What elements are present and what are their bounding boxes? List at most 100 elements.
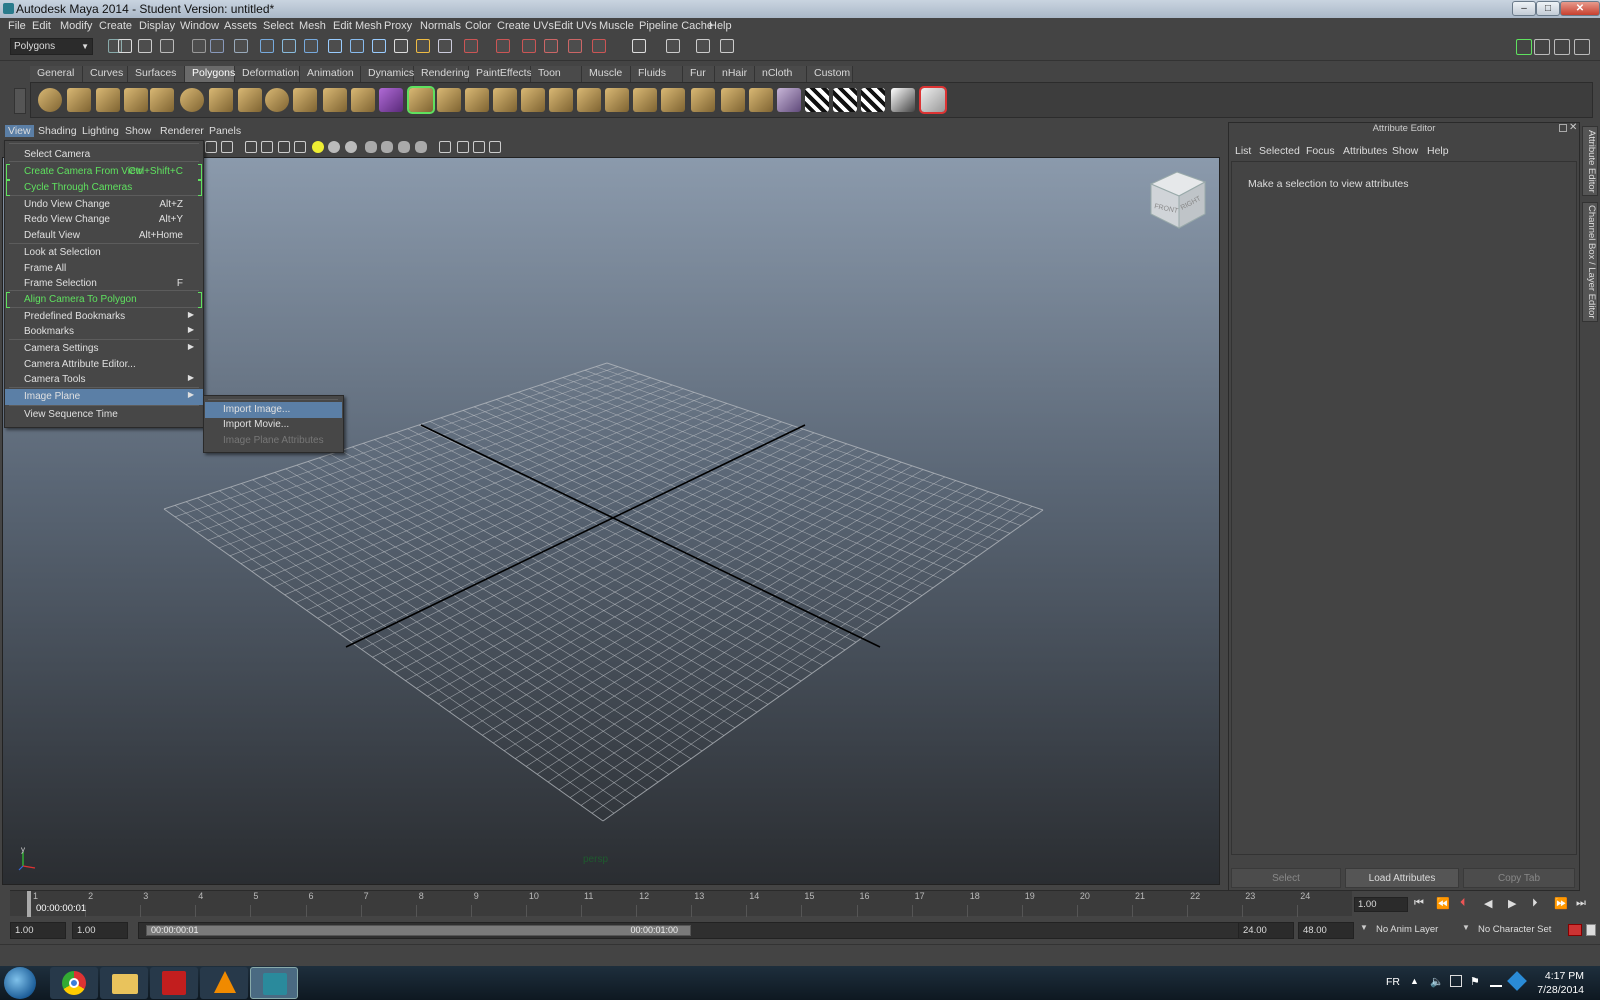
preferences-icon[interactable]	[1586, 924, 1596, 936]
viewport-tool-icon[interactable]	[415, 141, 427, 153]
play-backwards-icon[interactable]: ◀	[1484, 897, 1492, 910]
go-to-start-icon[interactable]: ⏮	[1414, 897, 1424, 910]
transfer-icon[interactable]	[919, 86, 947, 114]
shelf-menu-icon[interactable]	[14, 88, 26, 114]
viewport-tool-icon[interactable]	[381, 141, 393, 153]
status-tool-icon[interactable]	[568, 39, 582, 53]
view-menu-item-select-camera[interactable]: Select Camera	[5, 147, 203, 163]
smooth-icon[interactable]	[407, 86, 435, 114]
close-panel-icon[interactable]: ✕	[1569, 122, 1577, 133]
status-tool-icon[interactable]	[632, 39, 646, 53]
load-attributes-button[interactable]: Load Attributes	[1345, 868, 1459, 888]
volume-icon[interactable]: 🔈	[1430, 975, 1444, 988]
menu-select[interactable]: Select	[263, 20, 294, 32]
viewport-tool-icon[interactable]	[245, 141, 257, 153]
action-center-flag-icon[interactable]: ⚑	[1470, 975, 1480, 988]
panel-toggle-icon[interactable]	[1554, 39, 1570, 55]
view-menu-item-undo-view-change[interactable]: Undo View Change Alt+Z	[5, 197, 203, 213]
wedge-icon[interactable]	[661, 88, 685, 112]
view-menu-item-bookmarks[interactable]: Bookmarks ▶	[5, 324, 203, 340]
bridge-icon[interactable]	[465, 88, 489, 112]
status-tool-icon[interactable]	[696, 39, 710, 53]
view-menu-item-frame-all[interactable]: Frame All	[5, 261, 203, 277]
attribute-editor-menu-list[interactable]: List	[1235, 145, 1251, 157]
status-tool-icon[interactable]	[350, 39, 364, 53]
language-indicator[interactable]: FR	[1386, 976, 1400, 988]
bevel-icon[interactable]	[605, 88, 629, 112]
viewport-tool-icon[interactable]	[328, 141, 340, 153]
viewport-menu-lighting[interactable]: Lighting	[82, 125, 119, 137]
shelf-tab-fluids[interactable]: Fluids	[631, 66, 683, 82]
step-back-frame-icon[interactable]: ⏪	[1436, 897, 1450, 910]
merge-icon[interactable]	[633, 88, 657, 112]
close-button[interactable]: ✕	[1560, 1, 1600, 16]
go-to-end-icon[interactable]: ⏭	[1576, 897, 1586, 910]
status-tool-icon[interactable]	[138, 39, 152, 53]
channel-box-tab[interactable]: Channel Box / Layer Editor	[1582, 202, 1598, 322]
status-tool-icon[interactable]	[394, 39, 408, 53]
status-tool-icon[interactable]	[592, 39, 606, 53]
menu-window[interactable]: Window	[180, 20, 219, 32]
view-menu-item-cycle-through-cameras[interactable]: Cycle Through Cameras	[5, 180, 203, 196]
shelf-tab-muscle[interactable]: Muscle	[582, 66, 631, 82]
time-slider[interactable]: 1 2 3 4 5 6 7 8 9 10 11 12 13 14 15 16 17 18 19 20 21 22 23 24 …	[10, 890, 1352, 917]
shelf-tab-animation[interactable]: Animation	[300, 66, 361, 82]
uv-editor-icon[interactable]	[891, 88, 915, 112]
separate-icon[interactable]	[323, 88, 347, 112]
view-menu-item-predefined-bookmarks[interactable]: Predefined Bookmarks ▶	[5, 309, 203, 325]
view-menu-item-camera-settings[interactable]: Camera Settings ▶	[5, 341, 203, 357]
status-tool-icon[interactable]	[666, 39, 680, 53]
play-forwards-icon[interactable]: ▶	[1508, 897, 1516, 910]
status-tool-icon[interactable]	[192, 39, 206, 53]
status-tool-icon[interactable]	[328, 39, 342, 53]
character-set-selector[interactable]: No Character Set	[1474, 922, 1566, 939]
status-tool-icon[interactable]	[464, 39, 478, 53]
view-menu-item-camera-attribute-editor[interactable]: Camera Attribute Editor...	[5, 357, 203, 373]
viewcube-icon[interactable]: FRONT RIGHT	[1147, 168, 1211, 232]
status-tool-icon[interactable]	[416, 39, 430, 53]
submenu-item-import-movie[interactable]: Import Movie...	[205, 417, 342, 433]
animation-start-field[interactable]: 1.00	[10, 922, 66, 939]
chevron-down-icon[interactable]: ▼	[1360, 923, 1368, 932]
viewport-menu-shading[interactable]: Shading	[38, 125, 77, 137]
view-menu-item-default-view[interactable]: Default View Alt+Home	[5, 228, 203, 244]
poly-cone-icon[interactable]	[124, 88, 148, 112]
attribute-editor-menu-show[interactable]: Show	[1392, 145, 1418, 157]
viewport-tool-icon[interactable]	[312, 141, 324, 153]
viewport-tool-icon[interactable]	[439, 141, 451, 153]
viewport-tool-icon[interactable]	[345, 141, 357, 153]
status-tool-icon[interactable]	[304, 39, 318, 53]
menu-normals[interactable]: Normals	[420, 20, 461, 32]
menu-help[interactable]: Help	[709, 20, 732, 32]
viewport-tool-icon[interactable]	[457, 141, 469, 153]
status-tool-icon[interactable]	[118, 39, 132, 53]
auto-key-icon[interactable]	[1568, 924, 1582, 936]
show-hidden-icons-icon[interactable]: ▲	[1410, 976, 1419, 986]
extrude-icon[interactable]	[437, 88, 461, 112]
menu-modify[interactable]: Modify	[60, 20, 92, 32]
step-forward-frame-icon[interactable]: ⏩	[1554, 897, 1568, 910]
poke-icon[interactable]	[691, 88, 715, 112]
shelf-tab-rendering[interactable]: Rendering	[414, 66, 469, 82]
viewport-menu-show[interactable]: Show	[125, 125, 151, 137]
maximize-button[interactable]: □	[1536, 1, 1560, 16]
command-line[interactable]	[0, 944, 1600, 966]
viewport-menu-panels[interactable]: Panels	[209, 125, 241, 137]
status-tool-icon[interactable]	[372, 39, 386, 53]
range-track[interactable]: 00:00:00:01 00:00:01:00	[138, 922, 1243, 939]
menu-assets[interactable]: Assets	[224, 20, 257, 32]
shelf-tab-painteffects[interactable]: PaintEffects	[469, 66, 532, 82]
status-tool-icon[interactable]	[522, 39, 536, 53]
menu-file[interactable]: File	[8, 20, 26, 32]
attribute-editor-menu-help[interactable]: Help	[1427, 145, 1449, 157]
poly-plane-icon[interactable]	[150, 88, 174, 112]
menu-muscle[interactable]: Muscle	[599, 20, 634, 32]
step-forward-key-icon[interactable]: ⏵	[1532, 897, 1538, 910]
poly-pipe-icon[interactable]	[238, 88, 262, 112]
panel-toggle-icon[interactable]	[1534, 39, 1550, 55]
status-tool-icon[interactable]	[160, 39, 174, 53]
taskbar-chrome[interactable]	[50, 967, 98, 999]
poly-helix-icon[interactable]	[265, 88, 289, 112]
taskbar-vlc[interactable]	[200, 967, 248, 999]
chamfer-icon[interactable]	[721, 88, 745, 112]
